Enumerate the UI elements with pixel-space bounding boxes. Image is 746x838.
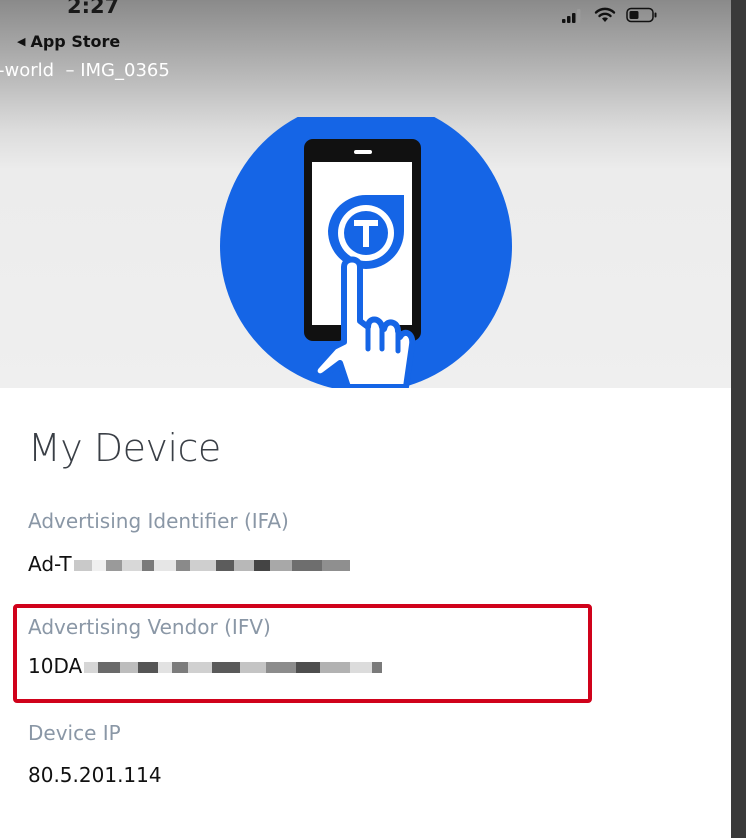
device-ip-label: Device IP [28, 721, 121, 745]
signal-icon [562, 8, 584, 27]
device-info-panel: My Device Advertising Identifier (IFA) A… [0, 388, 731, 838]
ifa-label: Advertising Identifier (IFA) [28, 509, 289, 533]
wifi-icon [594, 7, 616, 27]
overlay-title: -world – IMG_0365 [0, 60, 170, 81]
back-to-app-store-link[interactable]: ◀ App Store [17, 32, 120, 51]
status-bar: 2:27 [0, 0, 731, 30]
status-icons [562, 7, 658, 27]
battery-icon [626, 7, 658, 27]
highlight-box [13, 604, 592, 703]
back-arrow-icon: ◀ [17, 35, 26, 48]
ifa-value-text: Ad-T [28, 552, 72, 576]
page-title: My Device [28, 426, 221, 470]
redacted-pixelation [73, 558, 350, 571]
status-time: 2:27 [67, 0, 120, 18]
header-banner: 2:27 ◀ App Store -world – IMG_0365 [0, 0, 731, 390]
screen-edge [731, 0, 746, 838]
ifa-value: Ad-T [28, 552, 350, 576]
device-ip-value: 80.5.201.114 [28, 763, 162, 787]
back-link-label: App Store [30, 32, 121, 51]
device-tap-illustration [220, 117, 514, 411]
screen: 2:27 ◀ App Store -world – IMG_0365 My De… [0, 0, 746, 838]
